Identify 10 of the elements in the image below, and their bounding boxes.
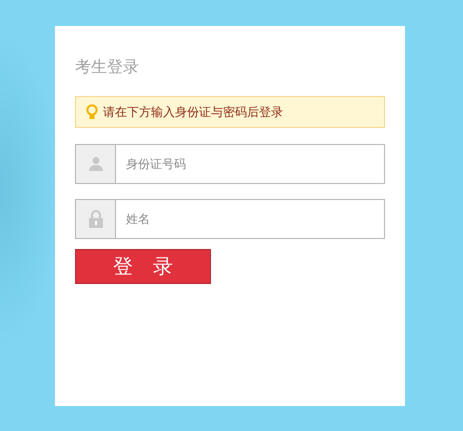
input-field[interactable]: 姓名 bbox=[75, 199, 385, 239]
lock-icon bbox=[88, 210, 104, 228]
user-icon bbox=[88, 156, 104, 172]
lightbulb-icon bbox=[86, 104, 98, 120]
login-button[interactable]: 登 录 bbox=[75, 249, 211, 284]
input-field[interactable]: 身份证号码 bbox=[75, 144, 385, 184]
text-input[interactable]: 身份证号码 bbox=[116, 145, 384, 183]
notice-text: 请在下方输入身份证与密码后登录 bbox=[103, 104, 283, 120]
text-input[interactable]: 姓名 bbox=[116, 200, 384, 238]
login-title: 考生登录 bbox=[75, 57, 140, 77]
